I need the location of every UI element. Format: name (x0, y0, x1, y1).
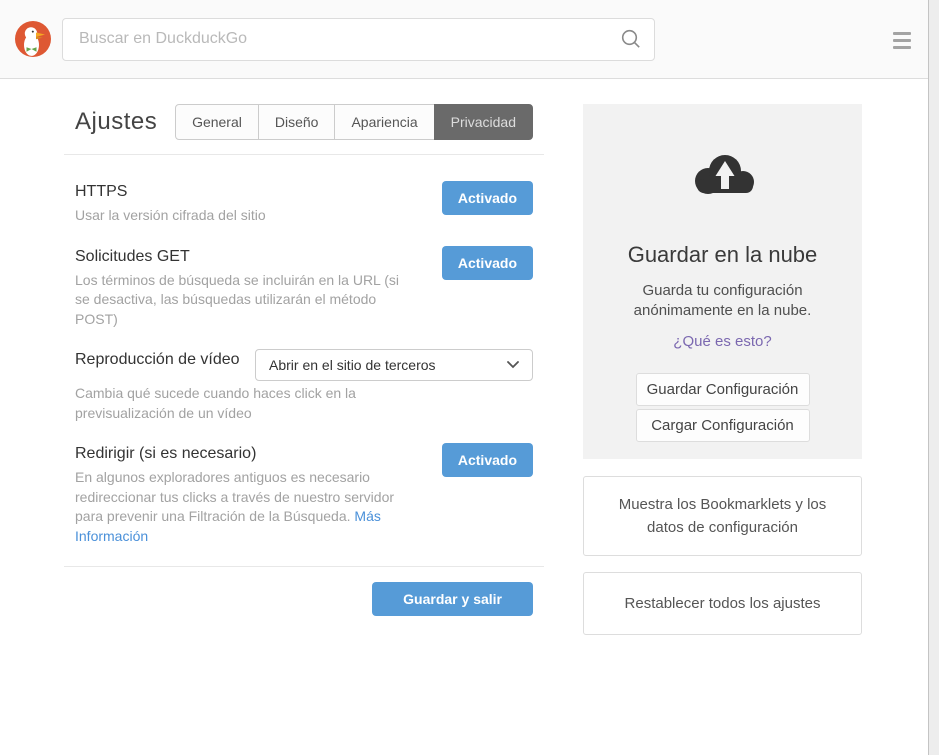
top-bar (0, 0, 939, 79)
chevron-down-icon (507, 361, 519, 369)
settings-column: Ajustes General Diseño Apariencia Privac… (64, 104, 544, 635)
setting-row-https: HTTPS Usar la versión cifrada del sitio … (75, 181, 544, 226)
cloud-upload-icon (687, 149, 759, 201)
cloud-panel-description: Guarda tu configuración anónimamente en … (628, 281, 818, 321)
search-icon[interactable] (620, 28, 642, 50)
setting-description: Cambia qué sucede cuando haces click en … (75, 384, 385, 423)
setting-title: HTTPS (75, 181, 266, 203)
setting-title: Solicitudes GET (75, 246, 405, 268)
https-toggle-button[interactable]: Activado (442, 181, 533, 215)
tab-diseno[interactable]: Diseño (258, 104, 336, 140)
settings-page: Ajustes General Diseño Apariencia Privac… (0, 79, 939, 635)
reset-settings-button[interactable]: Restablecer todos los ajustes (583, 572, 862, 635)
setting-title: Reproducción de vídeo (75, 349, 240, 381)
duckduckgo-logo-icon[interactable] (15, 21, 51, 57)
search-input[interactable] (62, 18, 655, 61)
vertical-scrollbar[interactable] (928, 0, 939, 755)
save-settings-button[interactable]: Guardar Configuración (636, 373, 810, 406)
tab-apariencia[interactable]: Apariencia (334, 104, 434, 140)
tab-general[interactable]: General (175, 104, 259, 140)
show-bookmarklets-button[interactable]: Muestra los Bookmarklets y los datos de … (583, 476, 862, 556)
setting-description: Los términos de búsqueda se incluirán en… (75, 271, 405, 330)
search-box (62, 18, 655, 61)
cloud-save-panel: Guardar en la nube Guarda tu configuraci… (583, 104, 862, 459)
get-requests-toggle-button[interactable]: Activado (442, 246, 533, 280)
video-playback-select[interactable]: Abrir en el sitio de terceros (255, 349, 533, 381)
save-and-exit-button[interactable]: Guardar y salir (372, 582, 533, 616)
setting-description: En algunos exploradores antiguos es nece… (75, 468, 405, 546)
select-value: Abrir en el sitio de terceros (269, 357, 436, 373)
load-settings-button[interactable]: Cargar Configuración (636, 409, 810, 442)
tab-privacidad[interactable]: Privacidad (434, 104, 533, 140)
setting-row-redirect: Redirigir (si es necesario) En algunos e… (75, 443, 544, 546)
cloud-sidebar: Guardar en la nube Guarda tu configuraci… (583, 104, 862, 635)
redirect-toggle-button[interactable]: Activado (442, 443, 533, 477)
cloud-panel-title: Guardar en la nube (583, 242, 862, 268)
page-title: Ajustes (75, 108, 157, 136)
what-is-this-link[interactable]: ¿Qué es esto? (673, 333, 771, 350)
setting-title: Redirigir (si es necesario) (75, 443, 405, 465)
setting-description: Usar la versión cifrada del sitio (75, 206, 266, 226)
setting-row-get-requests: Solicitudes GET Los términos de búsqueda… (75, 246, 544, 330)
settings-tabs: General Diseño Apariencia Privacidad (175, 104, 533, 140)
menu-icon[interactable] (893, 32, 911, 49)
setting-row-video-playback: Reproducción de vídeo Abrir en el sitio … (75, 349, 544, 423)
